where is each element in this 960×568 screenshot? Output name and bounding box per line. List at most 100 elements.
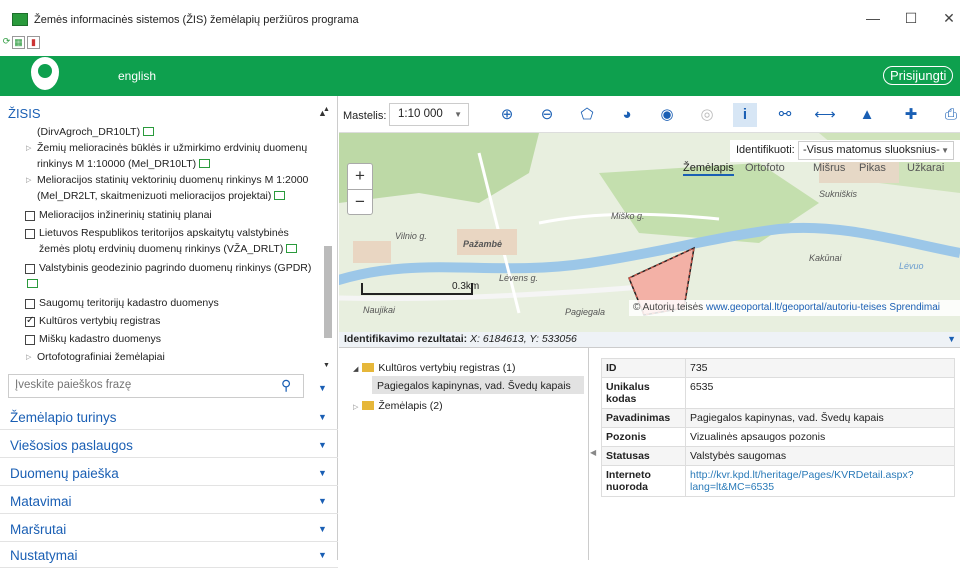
chevron-down-icon: ▼: [318, 496, 327, 506]
layer-checkbox[interactable]: [25, 335, 35, 345]
result-tree-item[interactable]: ◢ Kultūros vertybių registras (1): [353, 362, 516, 374]
link-icon[interactable]: ⚯: [773, 103, 797, 127]
expand-icon[interactable]: ▷: [26, 353, 31, 361]
bookmark-icon[interactable]: ▮: [27, 36, 40, 49]
scale-select[interactable]: 1:10 000 ▼: [389, 103, 469, 126]
map-zoom-in-button[interactable]: +: [348, 164, 372, 189]
folder-icon: [362, 363, 375, 372]
login-button[interactable]: Prisijungti: [883, 66, 954, 85]
map-zoom-out-button[interactable]: −: [348, 189, 372, 214]
folder-icon: [362, 401, 375, 410]
map-label: Sukniškis: [819, 189, 858, 199]
search-icon[interactable]: ⚲: [281, 377, 291, 394]
map-label: Miško g.: [611, 211, 645, 221]
zoom-in-icon[interactable]: ⊕: [495, 103, 519, 127]
section-data-search[interactable]: Duomenų paieška ▼: [0, 460, 338, 486]
grid-icon[interactable]: ▦: [12, 36, 25, 49]
tree-item[interactable]: Miškų kadastro duomenys: [39, 331, 161, 347]
table-row: Pavadinimas Pagiegalos kapinynas, vad. Šv…: [601, 408, 955, 428]
tab-orthophoto[interactable]: Ortofoto: [745, 162, 785, 174]
layer-checkbox[interactable]: [25, 211, 35, 221]
tab-extra[interactable]: Užkarai: [907, 162, 944, 174]
tab-hybrid[interactable]: Mišrus: [813, 162, 845, 174]
measure-icon[interactable]: ⟷: [813, 103, 837, 127]
tree-item[interactable]: Melioracijos statinių vektorinių duomenų…: [37, 172, 308, 188]
attribution-link[interactable]: www.geoportal.lt/geoportal/autoriu-teise…: [706, 302, 887, 313]
table-row: ID 735: [601, 358, 955, 378]
maximize-button[interactable]: ☐: [896, 10, 926, 27]
layer-info-icon[interactable]: [286, 244, 298, 253]
next-extent-icon[interactable]: ◎: [695, 103, 719, 127]
sidebar-title: ŽISIS: [8, 106, 41, 121]
layer-checkbox[interactable]: [25, 229, 35, 239]
layer-info-icon[interactable]: [274, 191, 286, 200]
identify-layer-select[interactable]: -Visus matomus sluoksnius- ▼: [798, 141, 954, 160]
profile-icon[interactable]: ▲: [855, 103, 879, 127]
chevron-down-icon: ▼: [318, 440, 327, 450]
search-box: ⚲: [8, 374, 304, 398]
app-icon: [12, 13, 28, 26]
search-input[interactable]: [15, 379, 275, 391]
tree-item[interactable]: Melioracijos inžinerinių statinių planai: [39, 207, 212, 223]
result-tree-item[interactable]: Pagiegalos kapinynas, vad. Švedų kapais: [377, 380, 571, 392]
add-icon[interactable]: ✚: [899, 103, 923, 127]
layer-checkbox[interactable]: [25, 264, 35, 274]
section-settings[interactable]: Nustatymai ▼: [0, 542, 338, 568]
tree-item[interactable]: Saugomų teritorijų kadastro duomenys: [39, 295, 219, 311]
tab-map[interactable]: Žemėlapis: [683, 162, 734, 176]
tree-item[interactable]: (DirvAgroch_DR10LT): [37, 124, 155, 140]
layer-tree: (DirvAgroch_DR10LT) ▷ Žemių melioracinės…: [0, 124, 322, 370]
identify-bar: Identifikuoti: -Visus matomus sluoksnius…: [730, 140, 960, 162]
app-header: english Prisijungti: [0, 56, 960, 96]
tree-item[interactable]: Lietuvos Respublikos teritorijos apskait…: [39, 225, 289, 241]
layer-checkbox-checked[interactable]: [25, 315, 35, 327]
section-public-services[interactable]: Viešosios paslaugos ▼: [0, 432, 338, 458]
search-options-chevron-icon[interactable]: ▼: [318, 383, 327, 393]
map-label: Naujikai: [363, 305, 396, 315]
zoom-out-icon[interactable]: ⊖: [535, 103, 559, 127]
map-view[interactable]: Žemėlapis Ortofoto Mišrus Pikas Užkarai …: [339, 133, 960, 332]
section-routes[interactable]: Maršrutai ▼: [0, 516, 338, 542]
layer-checkbox[interactable]: [25, 299, 35, 309]
splitter-handle-icon[interactable]: ◀: [590, 448, 596, 457]
tree-item[interactable]: Žemių melioracinės būklės ir užmirkimo e…: [37, 140, 307, 156]
select-area-icon[interactable]: ⬠: [575, 103, 599, 127]
tree-item[interactable]: [24, 276, 38, 292]
expand-icon[interactable]: ▷: [26, 176, 31, 184]
previous-extent-icon[interactable]: ◉: [655, 103, 679, 127]
map-label: Pažambė: [463, 239, 503, 249]
tree-item[interactable]: rinkinys M 1:10000 (Mel_DR10LT): [37, 156, 211, 172]
minimize-button[interactable]: —: [858, 10, 888, 26]
table-row: Interneto nuoroda http://kvr.kpd.lt/herit…: [601, 465, 955, 497]
map-attribution: © Autorių teisės www.geoportal.lt/geopor…: [629, 300, 960, 316]
tab-peak[interactable]: Pikas: [859, 162, 886, 174]
collapse-results-icon[interactable]: ▼: [947, 334, 956, 344]
identify-icon[interactable]: i: [733, 103, 757, 127]
attributes-table: ID 735 Unikalus kodas 6535 Pavadinimas Pagi…: [601, 358, 955, 497]
language-link[interactable]: english: [118, 69, 156, 83]
globe-icon[interactable]: ◕: [615, 103, 639, 127]
map-label: Lėvuo: [899, 261, 924, 271]
expand-icon[interactable]: ▷: [26, 144, 31, 152]
tree-item[interactable]: žemės plotų erdvinių duomenų rinkinys (V…: [39, 241, 298, 257]
layer-tree-scrollbar[interactable]: ▲ ▼: [323, 106, 333, 374]
section-measurements[interactable]: Matavimai ▼: [0, 488, 338, 514]
tree-item[interactable]: Valstybinis geodezinio pagrindo duomenų …: [39, 260, 311, 276]
mini-toolbar: ⟳ ▦ ▮: [0, 34, 200, 52]
tree-item[interactable]: Ortofotografiniai žemėlapiai: [37, 349, 165, 365]
expanded-icon: ◢: [353, 366, 359, 373]
tree-item[interactable]: (Mel_DR2LT, skaitmenizuoti melioracijos …: [37, 188, 286, 204]
print-icon[interactable]: ⎙: [939, 103, 960, 127]
scale-bar-label: 0.3km: [452, 281, 480, 292]
table-row: Pozonis Vizualinės apsaugos pozonis: [601, 427, 955, 447]
layer-info-icon[interactable]: [143, 127, 155, 136]
tree-item[interactable]: Kultūros vertybių registras: [39, 313, 160, 329]
decisions-link[interactable]: Sprendimai: [889, 302, 940, 313]
heritage-link[interactable]: http://kvr.kpd.lt/heritage/Pages/KVRDeta…: [690, 469, 914, 493]
layer-info-icon[interactable]: [27, 279, 38, 288]
close-button[interactable]: ✕: [934, 10, 960, 27]
result-tree-item[interactable]: ▷ Žemėlapis (2): [353, 400, 443, 412]
results-coords: X: 6184613, Y: 533056: [470, 333, 577, 345]
layer-info-icon[interactable]: [199, 159, 211, 168]
section-map-content[interactable]: Žemėlapio turinys ▼: [0, 404, 338, 430]
